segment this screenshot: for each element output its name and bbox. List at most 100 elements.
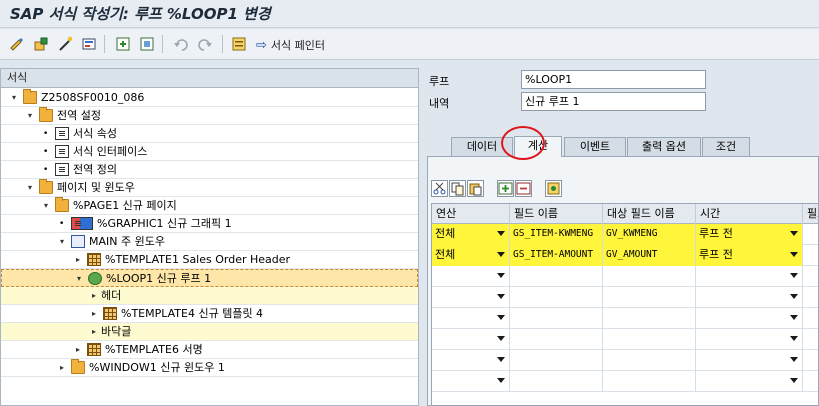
time-cell[interactable] xyxy=(696,350,803,371)
loop-name-field[interactable]: %LOOP1 xyxy=(521,70,706,89)
field-name-cell[interactable] xyxy=(510,308,603,329)
table-row[interactable] xyxy=(432,329,818,350)
dropdown-arrow-icon[interactable] xyxy=(497,315,505,320)
dropdown-arrow-icon[interactable] xyxy=(497,357,505,362)
tree-node[interactable]: ▾ %LOOP1 신규 루프 1 xyxy=(1,269,418,287)
operation-cell[interactable] xyxy=(432,350,510,371)
tree-node[interactable]: ▸ %TEMPLATE1 Sales Order Header xyxy=(1,251,418,269)
form-interface-icon[interactable] xyxy=(138,35,156,53)
table-row[interactable] xyxy=(432,308,818,329)
field-name-cell[interactable] xyxy=(510,371,603,392)
operation-cell[interactable] xyxy=(432,266,510,287)
field-extra-cell[interactable] xyxy=(803,224,818,245)
expand-toggle-icon[interactable]: ▸ xyxy=(89,305,99,323)
dropdown-arrow-icon[interactable] xyxy=(497,252,505,257)
target-field-cell[interactable]: GV_KWMENG xyxy=(603,224,696,245)
tree-node[interactable]: ▾ 전역 설정 xyxy=(1,107,418,125)
dropdown-arrow-icon[interactable] xyxy=(497,336,505,341)
cut-icon[interactable] xyxy=(431,180,448,197)
column-header-field[interactable]: 필드 xyxy=(803,204,818,224)
activate-icon[interactable] xyxy=(114,35,132,53)
undo-icon[interactable] xyxy=(172,35,190,53)
field-extra-cell[interactable] xyxy=(803,266,818,287)
target-field-cell[interactable] xyxy=(603,371,696,392)
table-row[interactable] xyxy=(432,371,818,392)
redo-icon[interactable] xyxy=(196,35,214,53)
field-extra-cell[interactable] xyxy=(803,287,818,308)
operation-cell[interactable] xyxy=(432,371,510,392)
tree-node[interactable]: ▾ MAIN 주 윈도우 xyxy=(1,233,418,251)
tab-conditions[interactable]: 조건 xyxy=(702,137,750,156)
operation-cell[interactable]: 전체 xyxy=(432,224,510,245)
tree-node[interactable]: ▸ %TEMPLATE4 신규 템플릿 4 xyxy=(1,305,418,323)
other-settings-icon[interactable] xyxy=(545,180,562,197)
time-cell[interactable]: 루프 전 xyxy=(696,224,803,245)
expand-toggle-icon[interactable]: ▾ xyxy=(57,233,67,251)
table-row[interactable] xyxy=(432,350,818,371)
table-row[interactable]: 전체 GS_ITEM-KWMENG GV_KWMENG 루프 전 xyxy=(432,224,818,245)
dropdown-arrow-icon[interactable] xyxy=(497,378,505,383)
expand-toggle-icon[interactable]: ▾ xyxy=(9,89,19,107)
tree-node[interactable]: • 전역 정의 xyxy=(1,161,418,179)
copy-icon[interactable] xyxy=(449,180,466,197)
operation-cell[interactable] xyxy=(432,329,510,350)
target-field-cell[interactable]: GV_AMOUNT xyxy=(603,245,696,266)
tree-node[interactable]: ▸ 바닥글 xyxy=(1,323,418,341)
field-name-cell[interactable] xyxy=(510,329,603,350)
dropdown-arrow-icon[interactable] xyxy=(790,336,798,341)
field-name-cell[interactable] xyxy=(510,266,603,287)
dropdown-arrow-icon[interactable] xyxy=(497,231,505,236)
target-field-cell[interactable] xyxy=(603,287,696,308)
field-name-cell[interactable] xyxy=(510,287,603,308)
expand-toggle-icon[interactable]: ▾ xyxy=(41,197,51,215)
time-cell[interactable] xyxy=(696,329,803,350)
paste-icon[interactable] xyxy=(467,180,484,197)
tree-node[interactable]: ▸ %TEMPLATE6 서명 xyxy=(1,341,418,359)
expand-toggle-icon[interactable]: ▸ xyxy=(57,359,67,377)
wizard-icon[interactable] xyxy=(56,35,74,53)
table-row[interactable] xyxy=(432,287,818,308)
tree-node[interactable]: ▾ %PAGE1 신규 페이지 xyxy=(1,197,418,215)
settings-icon[interactable] xyxy=(230,35,248,53)
tree-node[interactable]: ▸ %WINDOW1 신규 윈도우 1 xyxy=(1,359,418,377)
target-field-cell[interactable] xyxy=(603,308,696,329)
target-field-cell[interactable] xyxy=(603,329,696,350)
field-extra-cell[interactable] xyxy=(803,245,818,266)
field-name-cell[interactable]: GS_ITEM-AMOUNT xyxy=(510,245,603,266)
operation-cell[interactable]: 전체 xyxy=(432,245,510,266)
table-row[interactable] xyxy=(432,266,818,287)
tab-output-options[interactable]: 출력 옵션 xyxy=(627,137,701,156)
expand-toggle-icon[interactable]: ▸ xyxy=(73,251,83,269)
target-field-cell[interactable] xyxy=(603,266,696,287)
expand-toggle-icon[interactable]: ▸ xyxy=(73,341,83,359)
field-extra-cell[interactable] xyxy=(803,371,818,392)
form-painter-button[interactable]: ⇨ 서식 페인터 xyxy=(256,36,325,54)
time-cell[interactable] xyxy=(696,266,803,287)
target-field-cell[interactable] xyxy=(603,350,696,371)
field-name-cell[interactable]: GS_ITEM-KWMENG xyxy=(510,224,603,245)
dropdown-arrow-icon[interactable] xyxy=(497,294,505,299)
field-extra-cell[interactable] xyxy=(803,329,818,350)
expand-toggle-icon[interactable]: ▾ xyxy=(74,270,84,288)
expand-toggle-icon[interactable]: ▸ xyxy=(89,323,99,341)
dropdown-arrow-icon[interactable] xyxy=(497,273,505,278)
column-header-target-field[interactable]: 대상 필드 이름 xyxy=(603,204,696,224)
expand-toggle-icon[interactable]: ▸ xyxy=(89,287,99,305)
description-field[interactable]: 신규 루프 1 xyxy=(521,92,706,111)
tree-node[interactable]: • 서식 인터페이스 xyxy=(1,143,418,161)
delete-row-icon[interactable] xyxy=(515,180,532,197)
column-header-time[interactable]: 시간 xyxy=(696,204,803,224)
time-cell[interactable] xyxy=(696,308,803,329)
column-header-operation[interactable]: 연산 xyxy=(432,204,510,224)
dropdown-arrow-icon[interactable] xyxy=(790,252,798,257)
dropdown-arrow-icon[interactable] xyxy=(790,315,798,320)
tree-node[interactable]: ▸ 헤더 xyxy=(1,287,418,305)
field-name-cell[interactable] xyxy=(510,350,603,371)
dropdown-arrow-icon[interactable] xyxy=(790,231,798,236)
table-row[interactable]: 전체 GS_ITEM-AMOUNT GV_AMOUNT 루프 전 xyxy=(432,245,818,266)
time-cell[interactable] xyxy=(696,371,803,392)
display-change-icon[interactable] xyxy=(8,35,26,53)
expand-toggle-icon[interactable]: ▾ xyxy=(25,179,35,197)
other-object-icon[interactable] xyxy=(32,35,50,53)
field-extra-cell[interactable] xyxy=(803,350,818,371)
